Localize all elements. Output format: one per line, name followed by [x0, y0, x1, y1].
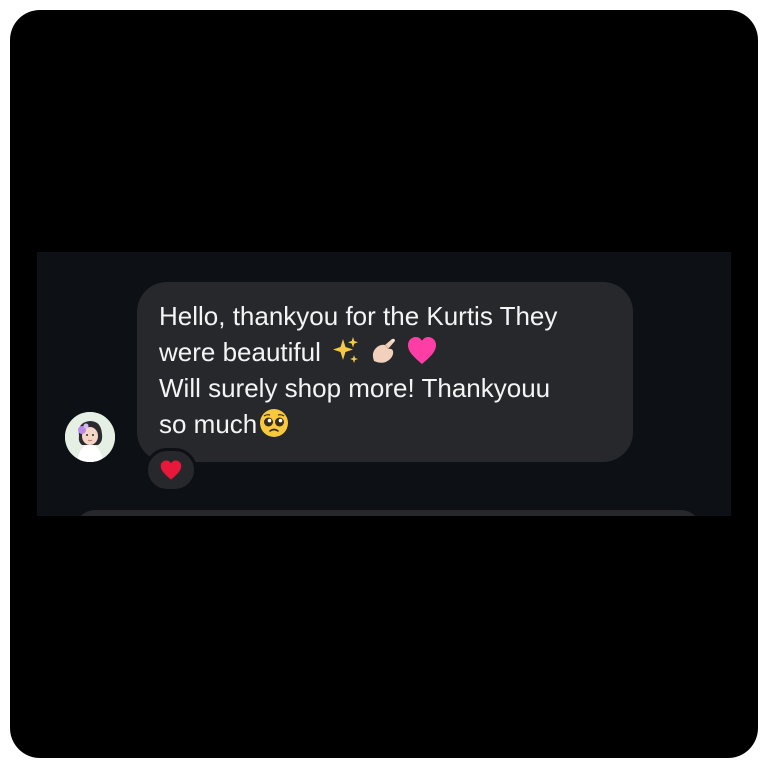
message-line: were beautiful — [159, 334, 613, 370]
sender-avatar[interactable] — [65, 412, 115, 462]
message-line: Hello, thankyou for the Kurtis They — [159, 301, 558, 331]
screenshot-frame: Hello, thankyou for the Kurtis They were… — [10, 10, 758, 758]
sparkles-icon — [333, 337, 359, 363]
message-text: were beautiful — [159, 337, 329, 367]
pink-heart-icon — [408, 337, 437, 364]
red-heart-icon — [160, 460, 182, 480]
message-bubble[interactable]: Hello, thankyou for the Kurtis They were… — [137, 282, 633, 462]
message-line: so much — [159, 406, 613, 442]
message-text: so much — [159, 409, 258, 439]
reaction-badge[interactable] — [145, 448, 197, 492]
avatar-illustration-icon — [65, 412, 115, 462]
chat-thread[interactable]: Hello, thankyou for the Kurtis They were… — [37, 252, 731, 516]
pinching-hand-icon — [372, 338, 396, 363]
pleading-face-icon — [260, 409, 289, 437]
next-message-bubble[interactable] — [75, 510, 701, 516]
message-line: Will surely shop more! Thankyouu — [159, 373, 551, 403]
